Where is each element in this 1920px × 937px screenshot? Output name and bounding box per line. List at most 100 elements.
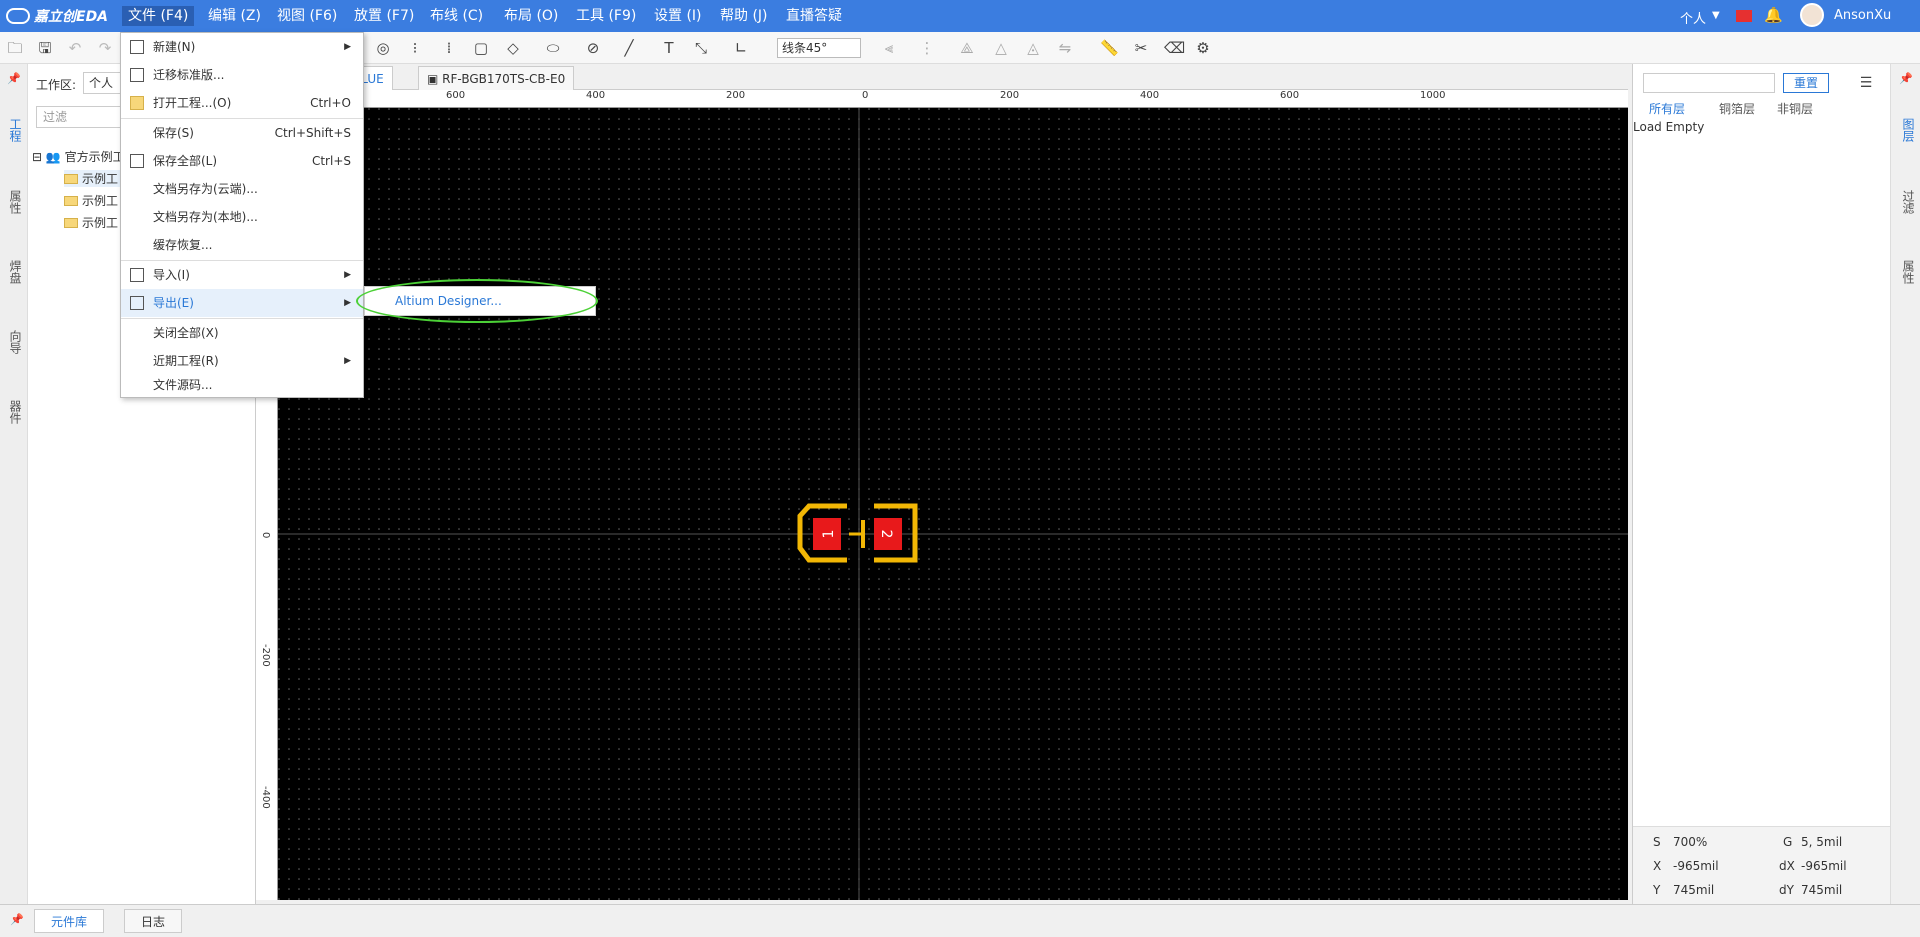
text-icon[interactable]: T <box>660 39 678 57</box>
ruler-tick: 400 <box>1140 90 1160 101</box>
menu-tools[interactable]: 工具 (F9) <box>570 6 642 26</box>
via-column-icon[interactable]: ⁝ <box>406 39 424 57</box>
highlight-annotation <box>356 279 598 323</box>
undo-icon[interactable]: ↶ <box>66 39 84 57</box>
menu-save[interactable]: 保存(S) Ctrl+Shift+S <box>121 119 363 147</box>
menu-import[interactable]: 导入(I) ▶ <box>121 261 363 289</box>
menu-new[interactable]: 新建(N) ▶ <box>121 33 363 61</box>
pad-icon[interactable]: ◎ <box>374 39 392 57</box>
y-label: Y <box>1653 883 1661 897</box>
menu-save-as-local[interactable]: 文档另存为(本地)... <box>121 203 363 231</box>
import-icon <box>130 268 144 282</box>
rail-tab-devices[interactable]: 器件 <box>6 400 22 424</box>
new-file-icon <box>130 40 144 54</box>
menu-view[interactable]: 视图 (F6) <box>271 6 343 26</box>
dy-label: dY <box>1779 883 1794 897</box>
polygon-icon[interactable]: ◇ <box>504 39 522 57</box>
layer-tab-all[interactable]: 所有层 <box>1649 100 1685 117</box>
via-array-icon[interactable]: ⁞ <box>440 39 458 57</box>
menu-route[interactable]: 布线 (C) <box>424 6 489 26</box>
rail-tab-project[interactable]: 工程 <box>6 118 22 142</box>
measure-icon[interactable]: ✂ <box>1132 39 1150 57</box>
gear-icon[interactable]: ⚙ <box>1194 39 1212 57</box>
layer-settings-icon[interactable]: ☰ <box>1857 74 1875 92</box>
tree-root[interactable]: ⊟ 👥 官方示例工 <box>32 148 125 165</box>
menu-save-all[interactable]: 保存全部(L) Ctrl+S <box>121 147 363 175</box>
dimension-icon[interactable]: ⤡ <box>692 39 710 57</box>
clear-icon[interactable]: ⌫ <box>1164 39 1185 57</box>
layer-preset-select[interactable] <box>1643 73 1775 93</box>
ruler-tick: 1000 <box>1420 90 1446 101</box>
ruler-tick: -200 <box>260 644 271 667</box>
tab-component-library[interactable]: 元件库 <box>34 909 105 933</box>
pin-icon[interactable]: 📌 <box>8 911 26 929</box>
no-entry-icon[interactable]: ⊘ <box>584 39 602 57</box>
tree-item[interactable]: 示例工 <box>64 214 118 231</box>
bottom-bar: 📌 元件库 日志 <box>0 904 1920 937</box>
bell-icon[interactable]: 🔔 <box>1764 6 1783 24</box>
line-angle-select[interactable]: 线条45° <box>777 38 861 58</box>
save-icon[interactable]: 🖫 <box>36 39 54 57</box>
rotate-icon[interactable]: ⇋ <box>1056 39 1074 57</box>
menu-help[interactable]: 帮助 (J) <box>714 6 774 26</box>
pin-icon[interactable]: 📌 <box>1897 70 1915 88</box>
menu-export[interactable]: 导出(E) ▶ <box>121 289 363 317</box>
menu-layout[interactable]: 布局 (O) <box>498 6 564 26</box>
avatar[interactable] <box>1800 3 1824 27</box>
mirror-icon[interactable]: ◬ <box>1024 39 1042 57</box>
flip-h-icon[interactable]: ⟁ <box>958 39 976 57</box>
scale-value: 700% <box>1673 835 1708 849</box>
account-select[interactable]: 个人 <box>1680 8 1706 27</box>
collapse-icon[interactable]: ⊟ <box>32 150 42 164</box>
angle-icon[interactable]: ∟ <box>732 39 750 57</box>
layer-tab-non-copper[interactable]: 非铜层 <box>1777 100 1813 117</box>
menu-migrate[interactable]: 迁移标准版... <box>121 61 363 89</box>
ruler-tick: 600 <box>1280 90 1300 101</box>
redo-icon[interactable]: ↷ <box>96 39 114 57</box>
tab-log[interactable]: 日志 <box>124 909 183 933</box>
menu-save-as-cloud[interactable]: 文档另存为(云端)... <box>121 175 363 203</box>
menu-file-source[interactable]: 文件源码... <box>121 371 363 399</box>
menu-edit[interactable]: 编辑 (Z) <box>202 6 267 26</box>
app-logo[interactable]: 嘉立创EDA <box>6 7 108 25</box>
chevron-down-icon[interactable]: ▼ <box>1712 10 1720 21</box>
tree-item[interactable]: 示例工 <box>64 192 118 209</box>
rail-tab-properties-right[interactable]: 属性 <box>1899 260 1915 284</box>
ruler-horizontal: 600 400 200 0 200 400 600 1000 <box>256 90 1628 108</box>
rail-tab-filter[interactable]: 过滤 <box>1899 190 1915 214</box>
open-folder-icon[interactable]: 🗀 <box>6 39 24 57</box>
rounded-rect-icon[interactable]: ▢ <box>472 39 490 57</box>
tree-item-label: 示例工 <box>82 172 119 186</box>
menu-live-qa[interactable]: 直播答疑 <box>780 6 848 26</box>
line-icon[interactable]: ╱ <box>620 39 638 57</box>
menu-settings[interactable]: 设置 (I) <box>648 6 708 26</box>
username[interactable]: AnsonXu <box>1834 8 1891 23</box>
rail-tab-properties[interactable]: 属性 <box>6 190 22 214</box>
menu-open-project[interactable]: 打开工程...(O) Ctrl+O <box>121 89 363 117</box>
align-left-icon[interactable]: ⫷ <box>880 39 898 57</box>
tab-rf-bgb170ts[interactable]: ▣ RF-BGB170TS-CB-E0 <box>418 66 575 90</box>
rail-tab-pads[interactable]: 焊盘 <box>6 260 22 284</box>
flip-v-icon[interactable]: △ <box>992 39 1010 57</box>
layer-tab-copper[interactable]: 铜箔层 <box>1719 100 1755 117</box>
rail-tab-wizard[interactable]: 向导 <box>6 330 22 354</box>
rail-tab-layers[interactable]: 图层 <box>1899 118 1915 142</box>
file-menu-dropdown: 新建(N) ▶ 迁移标准版... 打开工程...(O) Ctrl+O 保存(S)… <box>120 32 364 398</box>
ruler-icon[interactable]: 📏 <box>1100 39 1119 57</box>
pcb-canvas[interactable]: 1 2 <box>278 108 1628 900</box>
menu-file[interactable]: 文件 (F4) <box>122 6 195 26</box>
tab-label: RF-BGB170TS-CB-E0 <box>442 72 566 86</box>
document-tabs: _BLUE ▣ RF-BGB170TS-CB-E0 <box>256 64 1628 90</box>
menu-cache-restore[interactable]: 缓存恢复... <box>121 231 363 259</box>
grid-value: 5, 5mil <box>1801 835 1843 849</box>
pin-icon[interactable]: 📌 <box>5 70 23 88</box>
ellipse-icon[interactable]: ⬭ <box>544 39 562 57</box>
distribute-icon[interactable]: ⋮ <box>918 39 936 57</box>
ruler-tick: 400 <box>586 90 606 101</box>
reset-button[interactable]: 重置 <box>1783 73 1829 93</box>
folder-icon <box>130 96 144 110</box>
menu-place[interactable]: 放置 (F7) <box>348 6 420 26</box>
menu-close-all[interactable]: 关闭全部(X) <box>121 319 363 347</box>
ruler-tick: 200 <box>726 90 746 101</box>
china-flag-icon[interactable] <box>1736 10 1752 22</box>
